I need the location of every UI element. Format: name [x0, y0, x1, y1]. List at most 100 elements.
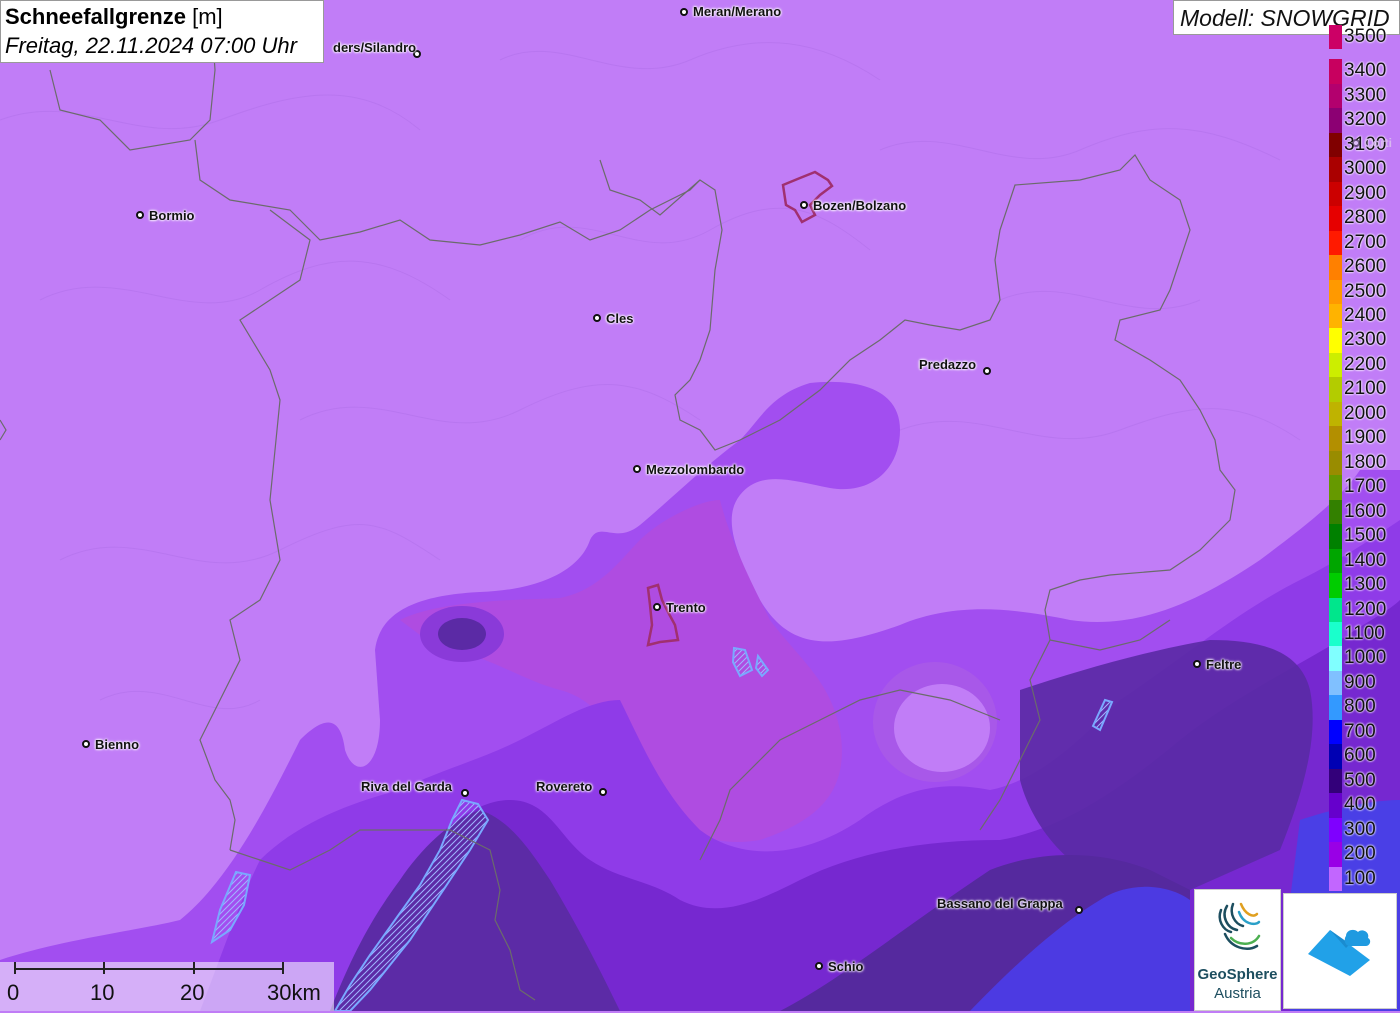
legend-row-3500: 3500: [1329, 25, 1400, 50]
legend-swatch: [1329, 573, 1342, 598]
legend-swatch: [1329, 524, 1342, 549]
legend-swatch: [1329, 59, 1342, 84]
legend-label: 100: [1344, 867, 1376, 889]
legend-row-700: 700: [1329, 719, 1400, 745]
city-label[interactable]: Cles: [606, 311, 633, 326]
scale-bar-line: [14, 968, 284, 970]
geosphere-logo[interactable]: GeoSphere Austria: [1194, 889, 1281, 1011]
legend-label: 1600: [1344, 500, 1387, 522]
city-marker[interactable]: [800, 201, 808, 209]
legend-label: 400: [1344, 794, 1376, 816]
legend-label: 1800: [1344, 451, 1387, 473]
legend-row-2900: 2900: [1329, 181, 1400, 207]
city-marker[interactable]: [461, 789, 469, 797]
city-label[interactable]: Trento: [666, 600, 706, 615]
legend-swatch: [1329, 548, 1342, 574]
legend-label: 1100: [1344, 622, 1385, 644]
legend-swatch: [1329, 108, 1342, 133]
legend-swatch: [1329, 744, 1342, 769]
snowfall-limit-map[interactable]: [0, 0, 1400, 1011]
legend-label: 800: [1344, 696, 1376, 718]
color-legend: 3500 3400 3300 3200 3100 3000 2900 2800 2700 2600…: [1329, 25, 1400, 891]
city-marker[interactable]: [593, 314, 601, 322]
legend-label: 500: [1344, 769, 1376, 791]
legend-label: 1200: [1344, 598, 1387, 620]
legend-row-900: 900: [1329, 670, 1400, 696]
legend-label: 700: [1344, 720, 1376, 742]
legend-row-1500: 1500: [1329, 524, 1400, 549]
legend-label: 1500: [1344, 525, 1387, 547]
legend-label: 1000: [1344, 647, 1387, 669]
legend-row-1200: 1200: [1329, 597, 1400, 622]
legend-label: 300: [1344, 818, 1376, 840]
city-label[interactable]: Schio: [828, 959, 863, 974]
city-marker[interactable]: [653, 603, 661, 611]
legend-row-1100: 1100: [1329, 621, 1400, 647]
legend-swatch: [1329, 719, 1342, 745]
legend-swatch: [1329, 621, 1342, 647]
legend-row-800: 800: [1329, 695, 1400, 720]
legend-row-3000: 3000: [1329, 157, 1400, 182]
map-title-unit: [m]: [192, 4, 223, 29]
legend-row-2700: 2700: [1329, 230, 1400, 256]
scale-label-20: 20: [180, 980, 205, 1005]
legend-label: 2800: [1344, 207, 1387, 229]
city-label[interactable]: Corti: [1364, 136, 1392, 150]
map-title-box: Schneefallgrenze [m] Freitag, 22.11.2024…: [0, 0, 324, 63]
city-marker[interactable]: [815, 962, 823, 970]
scale-tick-10: [103, 962, 105, 974]
city-label[interactable]: Bormio: [149, 208, 195, 223]
legend-label: 3200: [1344, 109, 1387, 131]
city-label[interactable]: Predazzo: [919, 357, 976, 372]
legend-row-1400: 1400: [1329, 548, 1400, 574]
legend-swatch: [1329, 25, 1342, 50]
city-marker[interactable]: [1352, 139, 1360, 147]
legend-row-2500: 2500: [1329, 279, 1400, 305]
city-marker[interactable]: [1193, 660, 1201, 668]
legend-label: 2500: [1344, 280, 1387, 302]
legend-label: 3300: [1344, 84, 1387, 106]
city-label[interactable]: Bozen/Bolzano: [813, 198, 906, 213]
legend-swatch: [1329, 793, 1342, 818]
legend-row-2600: 2600: [1329, 255, 1400, 280]
legend-label: 600: [1344, 745, 1376, 767]
city-marker[interactable]: [1075, 906, 1083, 914]
legend-swatch: [1329, 206, 1342, 231]
legend-label: 2700: [1344, 231, 1387, 253]
legend-label: 1300: [1344, 574, 1387, 596]
city-label[interactable]: Rovereto: [536, 779, 592, 794]
legend-swatch: [1329, 401, 1342, 427]
legend-label: 900: [1344, 671, 1376, 693]
legend-row-2000: 2000: [1329, 401, 1400, 427]
city-label[interactable]: ders/Silandro: [333, 40, 416, 55]
legend-swatch: [1329, 255, 1342, 280]
city-label[interactable]: Feltre: [1206, 657, 1241, 672]
city-label[interactable]: Bienno: [95, 737, 139, 752]
legend-label: 2200: [1344, 353, 1387, 375]
city-marker[interactable]: [680, 8, 688, 16]
city-marker[interactable]: [983, 367, 991, 375]
geosphere-emblem-icon: [1218, 902, 1261, 950]
legend-swatch: [1329, 328, 1342, 353]
legend-label: 2400: [1344, 305, 1387, 327]
city-marker[interactable]: [599, 788, 607, 796]
city-label[interactable]: Bassano del Grappa: [937, 896, 1063, 911]
legend-row-400: 400: [1329, 793, 1400, 818]
legend-row-300: 300: [1329, 817, 1400, 843]
legend-row-500: 500: [1329, 768, 1400, 794]
city-label[interactable]: Riva del Garda: [361, 779, 452, 794]
city-label[interactable]: Meran/Merano: [693, 4, 781, 19]
city-marker[interactable]: [136, 211, 144, 219]
legend-swatch: [1329, 475, 1342, 500]
city-marker[interactable]: [633, 465, 641, 473]
weather-app-logo[interactable]: [1283, 893, 1397, 1009]
legend-swatch: [1329, 426, 1342, 451]
legend-swatch: [1329, 83, 1342, 109]
city-marker[interactable]: [82, 740, 90, 748]
legend-swatch: [1329, 670, 1342, 696]
legend-label: 2100: [1344, 378, 1387, 400]
scale-label-0: 0: [7, 980, 20, 1005]
legend-swatch: [1329, 157, 1342, 182]
legend-row-2200: 2200: [1329, 352, 1400, 378]
city-label[interactable]: Mezzolombardo: [646, 462, 744, 477]
